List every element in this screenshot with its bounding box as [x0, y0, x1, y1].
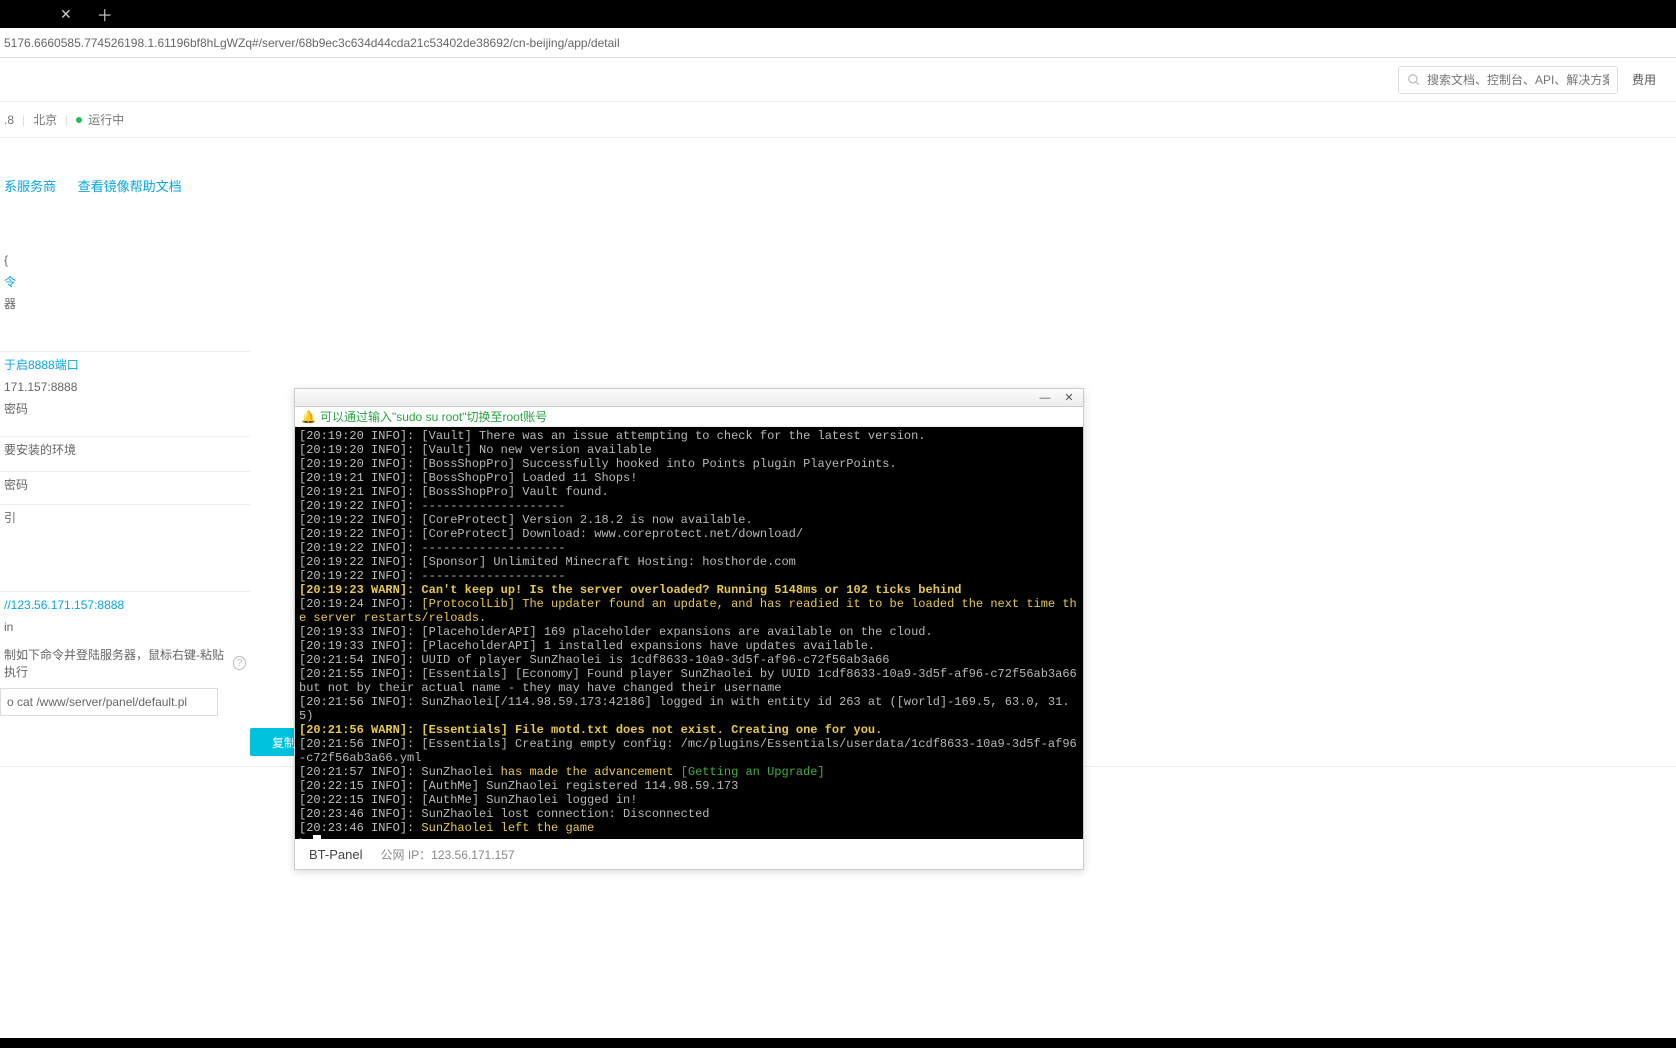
search-icon — [1407, 73, 1421, 87]
help-links-row: 系服务商 查看镜像帮助文档 — [0, 168, 1676, 203]
console-header: 费用 — [0, 58, 1676, 102]
pwd2-label: 密码 — [4, 474, 246, 496]
tab-add-icon[interactable]: ＋ — [97, 2, 113, 26]
url-bar[interactable]: 5176.6660585.774526198.1.61196bf8hLgWZq#… — [0, 28, 1676, 58]
env-label: 要安装的环境 — [4, 439, 246, 461]
ip-fragment: .8 — [4, 113, 14, 127]
port-link[interactable]: 于启8888端口 — [4, 354, 246, 376]
contact-vendor-link[interactable]: 系服务商 — [4, 179, 56, 194]
browser-tab-strip: ✕ ＋ — [0, 0, 1676, 28]
terminal-notice-text: 可以通过输入"sudo su root"切换至root账号 — [320, 408, 547, 425]
instruction-text: 制如下命令并登陆服务器，鼠标右键-粘贴执行 — [4, 646, 227, 680]
ip-port-text: 171.157:8888 — [4, 376, 246, 398]
panel-name-label: BT-Panel — [309, 847, 362, 862]
terminal-footer: BT-Panel 公网 IP：123.56.171.157 — [295, 839, 1083, 869]
minimize-icon[interactable]: — — [1035, 391, 1055, 405]
terminal-titlebar[interactable]: — ✕ — [295, 389, 1083, 407]
instance-info-bar: .8 | 北京 | 运行中 — [0, 102, 1676, 138]
bell-icon: 🔔 — [301, 410, 316, 424]
terminal-notice: 🔔 可以通过输入"sudo su root"切换至root账号 — [295, 407, 1083, 427]
page-bottom-bar — [0, 1038, 1676, 1048]
public-ip-label: 公网 IP： — [380, 848, 431, 862]
panel-url-link[interactable]: //123.56.171.157:8888 — [4, 594, 246, 616]
url-text: 5176.6660585.774526198.1.61196bf8hLgWZq#… — [4, 36, 620, 50]
public-ip-value: 123.56.171.157 — [431, 848, 514, 862]
terminal-output[interactable]: [20:19:20 INFO]: [Vault] There was an is… — [295, 427, 1083, 839]
in-label: in — [4, 616, 246, 638]
view-image-help-link[interactable]: 查看镜像帮助文档 — [78, 179, 182, 194]
side-server-text: 器 — [4, 293, 246, 315]
password-label: 密码 — [4, 398, 246, 420]
status-dot-icon — [76, 117, 82, 123]
status-text: 运行中 — [88, 111, 124, 128]
close-icon[interactable]: ✕ — [1059, 391, 1079, 405]
terminal-window: — ✕ 🔔 可以通过输入"sudo su root"切换至root账号 [20:… — [294, 388, 1084, 870]
search-input[interactable] — [1427, 73, 1609, 87]
region-label: 北京 — [33, 111, 57, 128]
help-icon[interactable]: ? — [233, 656, 246, 670]
side-info-block: { 令 器 — [0, 247, 250, 317]
global-search[interactable] — [1398, 66, 1618, 94]
side-char-1: { — [4, 249, 246, 271]
side-char-2: 引 — [4, 507, 246, 529]
command-input[interactable] — [0, 688, 218, 716]
tab-close-icon[interactable]: ✕ — [60, 6, 72, 23]
side-cmd-link[interactable]: 令 — [4, 271, 246, 293]
fee-link[interactable]: 费用 — [1632, 71, 1656, 88]
